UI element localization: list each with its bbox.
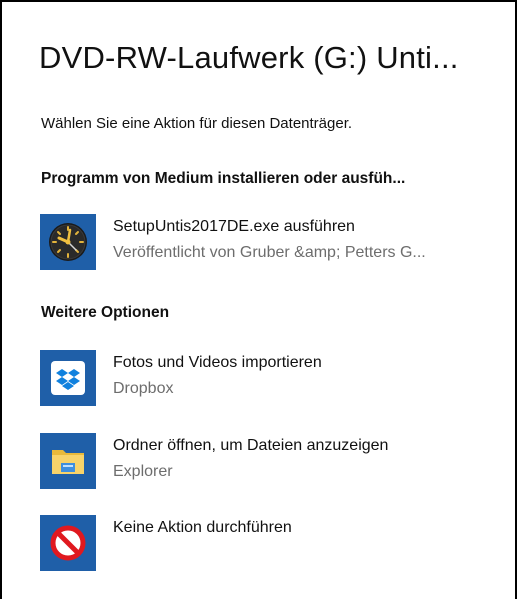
action-run-setup[interactable]: SetupUntis2017DE.exe ausführen Veröffent… <box>40 214 500 274</box>
dialog-subtitle: Wählen Sie eine Aktion für diesen Datent… <box>41 115 353 132</box>
autoplay-dialog: DVD-RW-Laufwerk (G:) Unti... Wählen Sie … <box>0 0 517 599</box>
dialog-title: DVD-RW-Laufwerk (G:) Unti... <box>39 40 459 75</box>
action-app-name: Explorer <box>113 463 173 480</box>
action-publisher: Veröffentlicht von Gruber &amp; Petters … <box>113 244 426 261</box>
action-label: Ordner öffnen, um Dateien anzuzeigen <box>113 437 389 454</box>
untis-clock-icon <box>40 214 96 270</box>
section-heading-install: Programm von Medium installieren oder au… <box>41 170 406 187</box>
action-import-photos-dropbox[interactable]: Fotos und Videos importieren Dropbox <box>40 350 500 410</box>
action-label: Fotos und Videos importieren <box>113 354 322 371</box>
no-action-icon <box>40 515 96 571</box>
dropbox-icon <box>40 350 96 406</box>
action-open-folder-explorer[interactable]: Ordner öffnen, um Dateien anzuzeigen Exp… <box>40 433 500 493</box>
action-label: Keine Aktion durchführen <box>113 519 292 536</box>
section-heading-more-options: Weitere Optionen <box>41 304 170 321</box>
folder-icon <box>40 433 96 489</box>
action-label: SetupUntis2017DE.exe ausführen <box>113 218 355 235</box>
action-app-name: Dropbox <box>113 380 174 397</box>
action-take-no-action[interactable]: Keine Aktion durchführen <box>40 515 500 575</box>
